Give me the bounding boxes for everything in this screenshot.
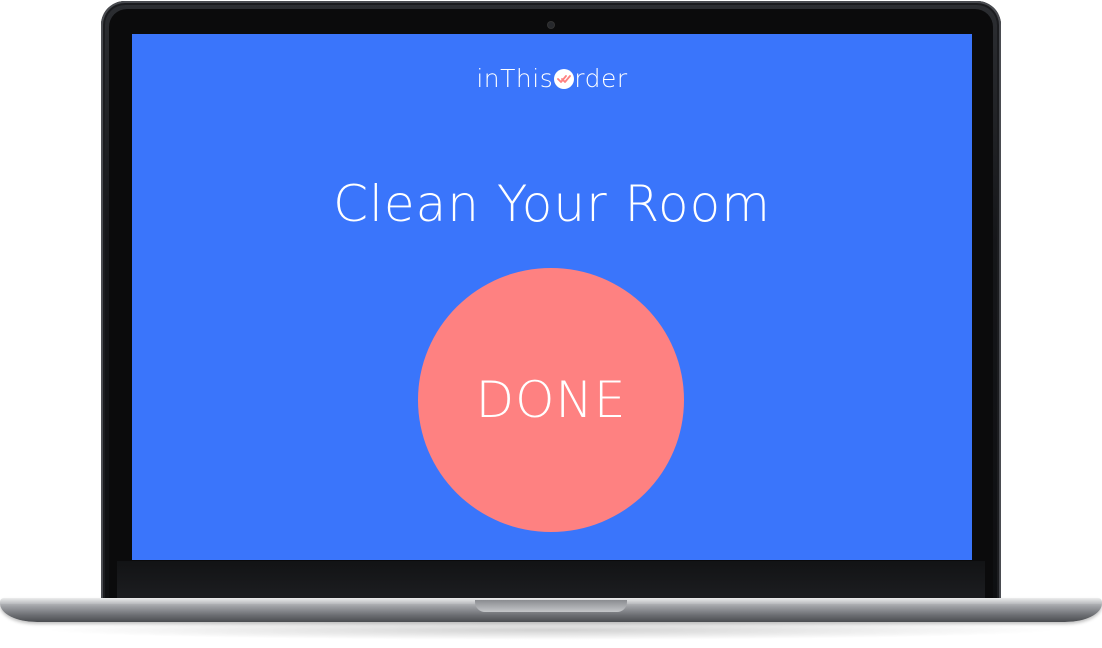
app-logo: inThis rder <box>132 62 972 96</box>
logo-text-suffix: rder <box>574 64 628 93</box>
laptop-opening-notch <box>475 600 627 612</box>
logo-text-prefix: inThis <box>476 64 554 93</box>
task-title: Clean Your Room <box>333 175 771 233</box>
done-button[interactable]: DONE <box>418 268 684 532</box>
done-button-label: DONE <box>475 371 627 429</box>
app-screen: inThis rder Clean Your Room DONE <box>132 34 972 560</box>
camera-icon <box>548 22 554 28</box>
laptop-shadow <box>40 620 1062 640</box>
check-circle-icon <box>554 69 575 89</box>
laptop-mockup: inThis rder Clean Your Room DONE <box>0 0 1102 648</box>
